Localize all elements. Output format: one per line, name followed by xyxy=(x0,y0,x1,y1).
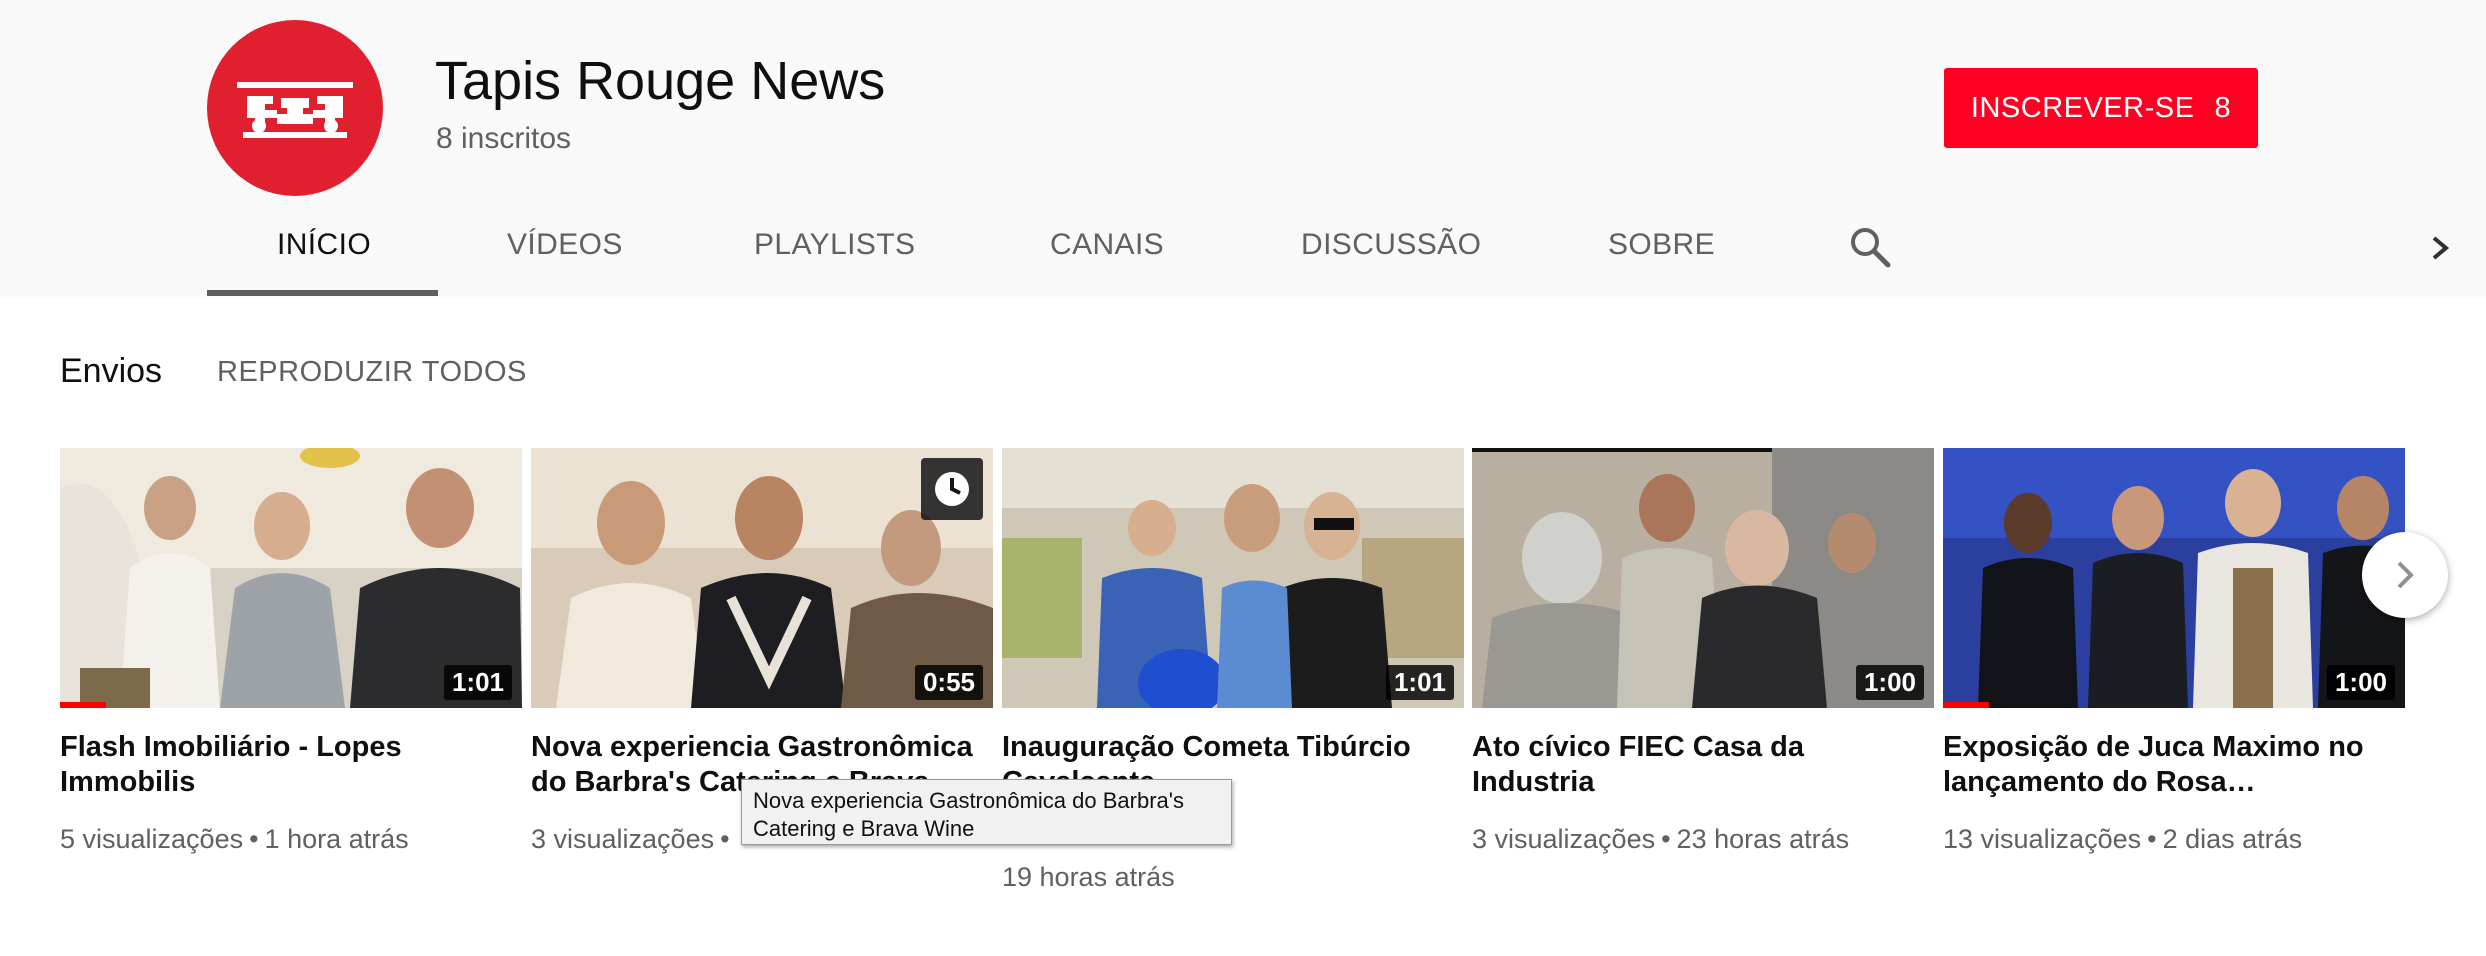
section-title: Envios xyxy=(60,352,163,390)
video-card: 1:00 Ato cívico FIEC Casa da Industria 3… xyxy=(1472,448,1934,858)
meta-separator: • xyxy=(2147,824,2157,854)
watch-progress-bar xyxy=(60,702,107,708)
video-thumbnail[interactable]: 1:01 xyxy=(60,448,522,708)
tab-discussao[interactable]: DISCUSSÃO xyxy=(1301,228,1481,262)
tab-inicio[interactable]: INÍCIO xyxy=(277,228,371,262)
video-title[interactable]: Exposição de Juca Maximo no lançamento d… xyxy=(1943,730,2405,800)
subscribe-button[interactable]: INSCREVER-SE 8 xyxy=(1944,68,2258,148)
tabs-scroll-right-icon[interactable] xyxy=(2424,228,2456,268)
subscribe-label: INSCREVER-SE xyxy=(1970,91,2195,124)
channel-logo xyxy=(237,82,353,138)
channel-name: Tapis Rouge News xyxy=(435,51,886,111)
video-thumbnail[interactable]: 1:00 xyxy=(1472,448,1934,708)
play-all-button[interactable]: REPRODUZIR TODOS xyxy=(217,356,527,389)
video-meta: 13 visualizações • 2 dias atrás xyxy=(1943,820,2405,858)
tab-playlists[interactable]: PLAYLISTS xyxy=(754,228,915,262)
video-thumbnail[interactable]: 0:55 xyxy=(531,448,993,708)
video-title[interactable]: Ato cívico FIEC Casa da Industria xyxy=(1472,730,1934,800)
video-age: 19 horas atrás xyxy=(1002,862,1175,892)
video-duration: 1:01 xyxy=(443,665,512,700)
tab-canais[interactable]: CANAIS xyxy=(1050,228,1164,262)
title-tooltip: Nova experiencia Gastronômica do Barbra'… xyxy=(741,779,1232,845)
video-age: 23 horas atrás xyxy=(1676,824,1850,854)
watch-progress-bar xyxy=(1943,702,1990,708)
video-thumbnail[interactable]: 1:00 xyxy=(1943,448,2405,708)
clock-icon[interactable] xyxy=(921,458,983,520)
tab-videos[interactable]: VÍDEOS xyxy=(507,228,623,262)
subscribe-count: 8 xyxy=(2214,91,2232,124)
video-duration: 1:00 xyxy=(1855,665,1924,700)
video-meta: 3 visualizações • 23 horas atrás xyxy=(1472,820,1934,858)
video-age: 2 dias atrás xyxy=(2162,824,2303,854)
meta-separator: • xyxy=(249,824,259,854)
video-views: 3 visualizações xyxy=(531,824,715,854)
video-views: 3 visualizações xyxy=(1472,824,1656,854)
video-duration: 1:01 xyxy=(1385,665,1454,700)
carousel-next-button[interactable] xyxy=(2362,532,2448,618)
active-tab-indicator xyxy=(207,290,438,296)
video-views: 5 visualizações xyxy=(60,824,244,854)
channel-header: Tapis Rouge News 8 inscritos INSCREVER-S… xyxy=(0,0,2486,298)
channel-avatar[interactable] xyxy=(207,20,383,196)
video-title[interactable]: Flash Imobiliário - Lopes Immobilis xyxy=(60,730,522,800)
tab-sobre[interactable]: SOBRE xyxy=(1608,228,1715,262)
chevron-right-icon xyxy=(2397,561,2414,589)
search-icon[interactable] xyxy=(1848,225,1892,269)
video-duration: 1:00 xyxy=(2326,665,2395,700)
subscriber-count: 8 inscritos xyxy=(436,122,572,155)
meta-separator: • xyxy=(720,824,730,854)
video-card: 1:01 Flash Imobiliário - Lopes Immobilis… xyxy=(60,448,522,858)
video-meta: 5 visualizações • 1 hora atrás xyxy=(60,820,522,858)
video-views: 13 visualizações xyxy=(1943,824,2142,854)
video-duration: 0:55 xyxy=(914,665,983,700)
video-age: 1 hora atrás xyxy=(264,824,409,854)
meta-separator: • xyxy=(1661,824,1671,854)
video-thumbnail[interactable]: 1:01 xyxy=(1002,448,1464,708)
video-card: 1:00 Exposição de Juca Maximo no lançame… xyxy=(1943,448,2405,858)
